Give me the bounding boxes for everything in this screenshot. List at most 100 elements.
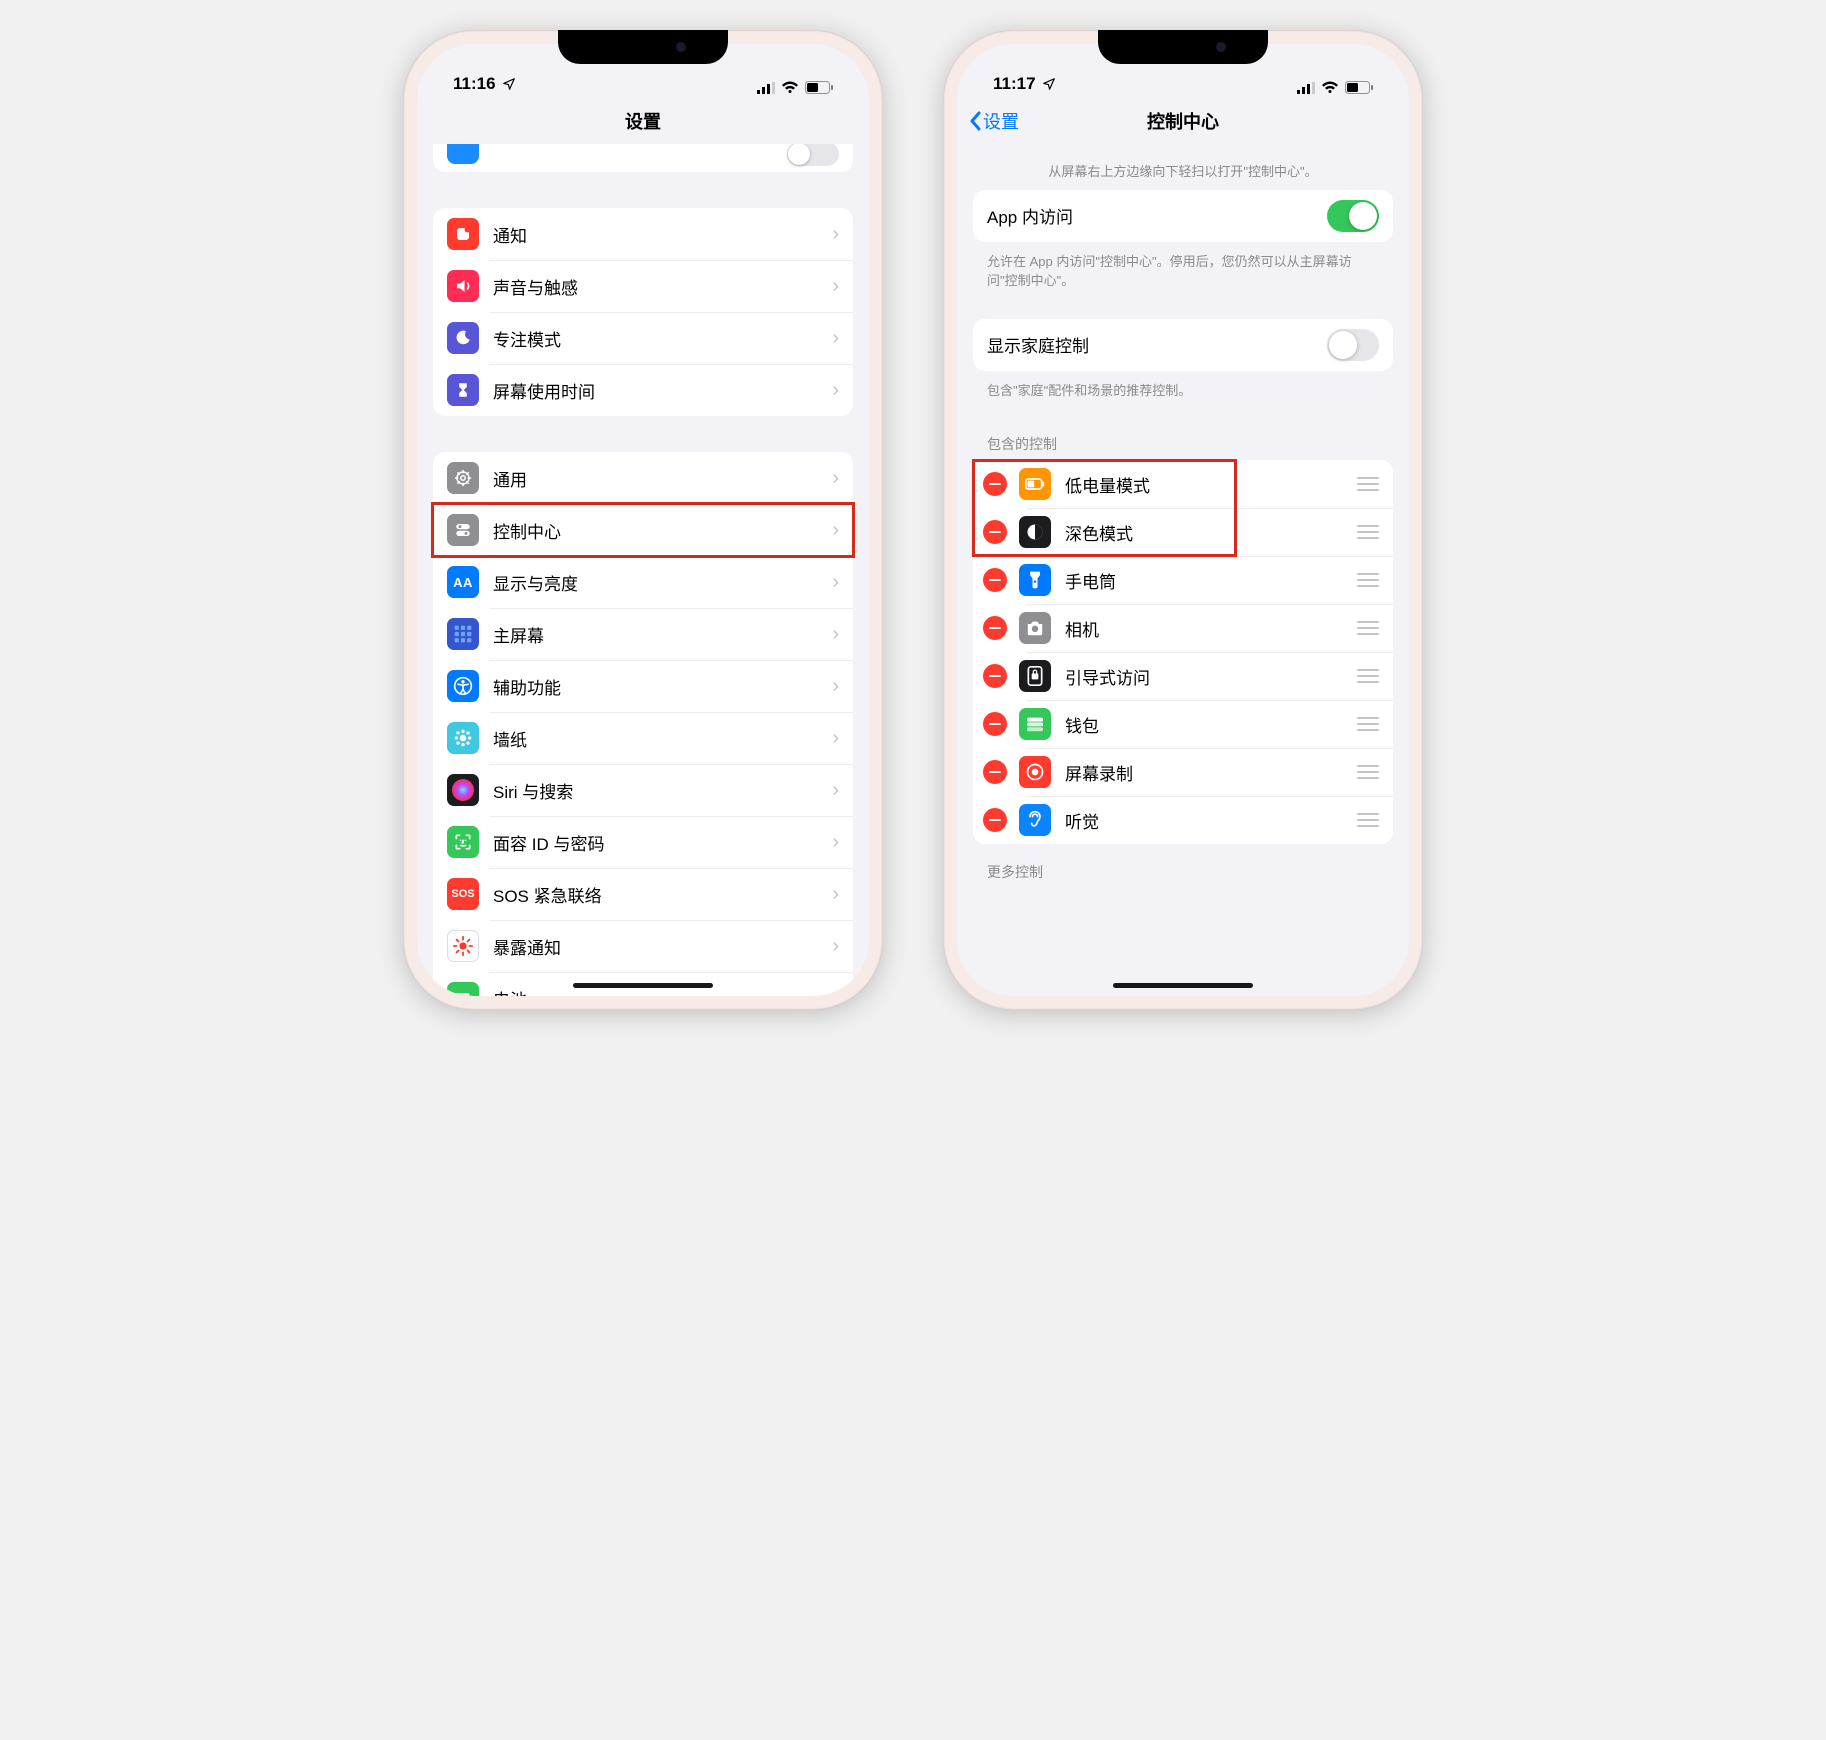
settings-row-siri[interactable]: Siri 与搜索› xyxy=(433,764,853,816)
control-label: 手电筒 xyxy=(1065,568,1357,593)
home-indicator[interactable] xyxy=(573,983,713,988)
focus-icon xyxy=(447,322,479,354)
screen-right: 11:17 设置 控制中心 从屏幕右上方边缘向下轻扫以打开"控制中心"。 App… xyxy=(957,44,1409,996)
chevron-right-icon: › xyxy=(832,935,839,958)
row-label: 主屏幕 xyxy=(493,622,832,647)
page-title: 控制中心 xyxy=(1147,108,1219,134)
drag-handle-icon[interactable] xyxy=(1357,621,1379,635)
settings-row-wallpaper[interactable]: 墙纸› xyxy=(433,712,853,764)
truncated-group xyxy=(433,144,853,172)
battery-icon xyxy=(447,982,479,996)
control-row-flashlight[interactable]: 手电筒 xyxy=(973,556,1393,604)
battery-icon xyxy=(805,81,833,94)
drag-handle-icon[interactable] xyxy=(1357,765,1379,779)
remove-button[interactable] xyxy=(983,664,1007,688)
drag-handle-icon[interactable] xyxy=(1357,813,1379,827)
app-access-row[interactable]: App 内访问 xyxy=(973,190,1393,242)
control-row-hearing[interactable]: 听觉 xyxy=(973,796,1393,844)
wallet-icon xyxy=(1019,708,1051,740)
access-group: App 内访问 xyxy=(973,190,1393,242)
control-label: 钱包 xyxy=(1065,712,1357,737)
partial-toggle[interactable] xyxy=(787,144,839,166)
nav-bar: 设置 xyxy=(417,98,869,144)
darkmode-icon xyxy=(1019,516,1051,548)
settings-row-home[interactable]: 主屏幕› xyxy=(433,608,853,660)
status-time: 11:17 xyxy=(993,74,1036,94)
home-control-footer: 包含"家庭"配件和场景的推荐控制。 xyxy=(973,379,1393,409)
control-row-lowpower[interactable]: 低电量模式 xyxy=(973,460,1393,508)
screenrec-icon xyxy=(1019,756,1051,788)
chevron-right-icon: › xyxy=(832,327,839,350)
drag-handle-icon[interactable] xyxy=(1357,669,1379,683)
control-row-wallet[interactable]: 钱包 xyxy=(973,700,1393,748)
location-icon xyxy=(502,77,516,91)
control-row-guided[interactable]: 引导式访问 xyxy=(973,652,1393,700)
settings-group-1: 通知›声音与触感›专注模式›屏幕使用时间› xyxy=(433,208,853,416)
home-icon xyxy=(447,618,479,650)
hearing-icon xyxy=(1019,804,1051,836)
row-label: 暴露通知 xyxy=(493,934,832,959)
drag-handle-icon[interactable] xyxy=(1357,573,1379,587)
control-label: 屏幕录制 xyxy=(1065,760,1357,785)
remove-button[interactable] xyxy=(983,568,1007,592)
remove-button[interactable] xyxy=(983,472,1007,496)
remove-button[interactable] xyxy=(983,520,1007,544)
back-label: 设置 xyxy=(983,108,1019,134)
control-label: 深色模式 xyxy=(1065,520,1357,545)
screentime-icon xyxy=(447,374,479,406)
remove-button[interactable] xyxy=(983,712,1007,736)
notifications-icon xyxy=(447,218,479,250)
settings-row-general[interactable]: 通用› xyxy=(433,452,853,504)
control-label: 低电量模式 xyxy=(1065,472,1357,497)
home-control-toggle[interactable] xyxy=(1327,329,1379,361)
siri-icon xyxy=(447,774,479,806)
controlcenter-icon xyxy=(447,514,479,546)
app-access-footer: 允许在 App 内访问"控制中心"。停用后，您仍然可以从主屏幕访问"控制中心"。 xyxy=(973,250,1393,299)
settings-row-display[interactable]: AA显示与亮度› xyxy=(433,556,853,608)
home-control-row[interactable]: 显示家庭控制 xyxy=(973,319,1393,371)
remove-button[interactable] xyxy=(983,616,1007,640)
home-indicator[interactable] xyxy=(1113,983,1253,988)
row-label: 声音与触感 xyxy=(493,274,832,299)
control-row-screenrec[interactable]: 屏幕录制 xyxy=(973,748,1393,796)
camera-icon xyxy=(1019,612,1051,644)
control-row-darkmode[interactable]: 深色模式 xyxy=(973,508,1393,556)
remove-button[interactable] xyxy=(983,808,1007,832)
settings-content[interactable]: 通知›声音与触感›专注模式›屏幕使用时间› 通用›控制中心›AA显示与亮度›主屏… xyxy=(417,144,869,996)
back-button[interactable]: 设置 xyxy=(969,108,1019,134)
control-row-camera[interactable]: 相机 xyxy=(973,604,1393,652)
controlcenter-content[interactable]: 从屏幕右上方边缘向下轻扫以打开"控制中心"。 App 内访问 允许在 App 内… xyxy=(957,144,1409,996)
settings-row-sounds[interactable]: 声音与触感› xyxy=(433,260,853,312)
remove-button[interactable] xyxy=(983,760,1007,784)
drag-handle-icon[interactable] xyxy=(1357,717,1379,731)
settings-row-exposure[interactable]: 暴露通知› xyxy=(433,920,853,972)
settings-row-notifications[interactable]: 通知› xyxy=(433,208,853,260)
included-controls: 低电量模式深色模式手电筒相机引导式访问钱包屏幕录制听觉 xyxy=(973,460,1393,844)
sos-icon: SOS xyxy=(447,878,479,910)
home-control-label: 显示家庭控制 xyxy=(987,332,1327,357)
guided-icon xyxy=(1019,660,1051,692)
row-label: 墙纸 xyxy=(493,726,832,751)
settings-row-focus[interactable]: 专注模式› xyxy=(433,312,853,364)
wifi-icon xyxy=(781,81,799,94)
control-label: 引导式访问 xyxy=(1065,664,1357,689)
row-label: 专注模式 xyxy=(493,326,832,351)
settings-row-faceid[interactable]: 面容 ID 与密码› xyxy=(433,816,853,868)
row-label: 面容 ID 与密码 xyxy=(493,830,832,855)
chevron-right-icon: › xyxy=(832,831,839,854)
home-group: 显示家庭控制 xyxy=(973,319,1393,371)
settings-row-sos[interactable]: SOSSOS 紧急联络› xyxy=(433,868,853,920)
drag-handle-icon[interactable] xyxy=(1357,477,1379,491)
settings-row-screentime[interactable]: 屏幕使用时间› xyxy=(433,364,853,416)
row-label: 屏幕使用时间 xyxy=(493,378,832,403)
general-icon xyxy=(447,462,479,494)
settings-row-accessibility[interactable]: 辅助功能› xyxy=(433,660,853,712)
app-access-toggle[interactable] xyxy=(1327,200,1379,232)
row-label: SOS 紧急联络 xyxy=(493,882,832,907)
row-label: 通用 xyxy=(493,466,832,491)
notch xyxy=(1098,30,1268,64)
drag-handle-icon[interactable] xyxy=(1357,525,1379,539)
app-access-label: App 内访问 xyxy=(987,203,1327,228)
settings-row-controlcenter[interactable]: 控制中心› xyxy=(433,504,853,556)
cellular-icon xyxy=(757,82,775,94)
